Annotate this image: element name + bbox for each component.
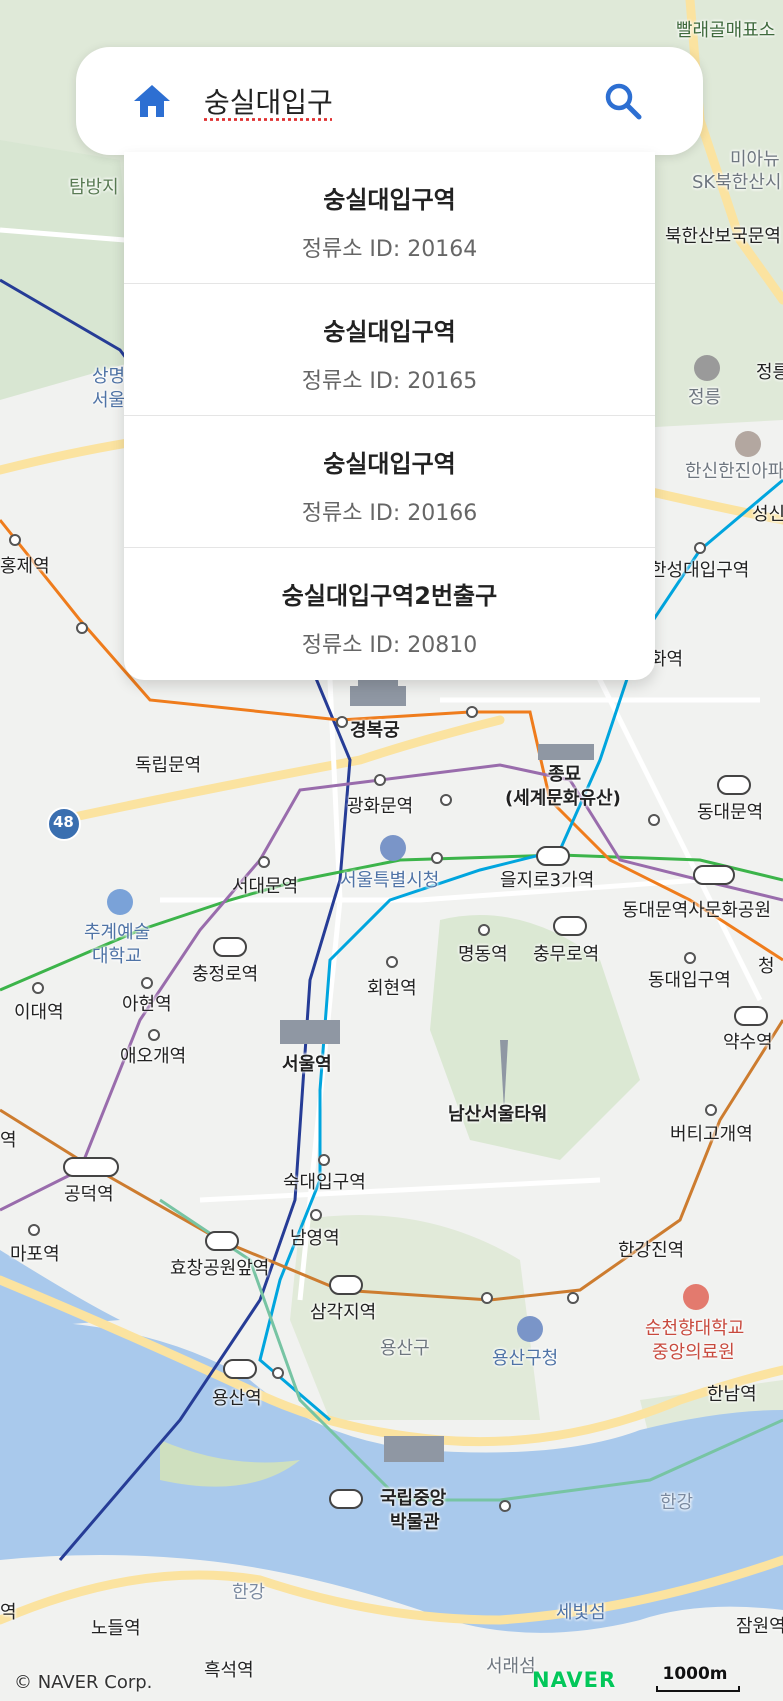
map-label: 정릉: [688, 387, 722, 408]
map-label: 청: [758, 956, 775, 977]
map-label: 서울특별시청: [340, 870, 440, 891]
search-result-item[interactable]: 숭실대입구역 정류소 ID: 20164: [124, 152, 655, 284]
map-label: 남산서울타워: [448, 1104, 548, 1125]
map-label: 한신한진아파: [685, 461, 783, 482]
home-icon[interactable]: [132, 83, 172, 119]
map-label: 한강진역: [618, 1240, 685, 1261]
map-label: 박물관: [390, 1512, 440, 1533]
map-label: 아현역: [122, 994, 172, 1015]
map-label: 대학교: [92, 946, 142, 967]
map-label: 빨래골매표소: [676, 20, 776, 41]
map-label: 애오개역: [120, 1046, 187, 1067]
map-label: 국립중앙: [380, 1488, 447, 1509]
result-stop-id: 정류소 ID: 20164: [301, 237, 478, 262]
result-title: 숭실대입구역: [323, 318, 456, 346]
map-credit[interactable]: © NAVER Corp.: [14, 1672, 152, 1693]
map-label: 흑석역: [204, 1660, 254, 1681]
map-label: 한강: [660, 1492, 694, 1513]
map-label: 동대입구역: [648, 970, 731, 991]
search-result-item[interactable]: 숭실대입구역2번출구 정류소 ID: 20810: [124, 548, 655, 680]
map-label: 중앙의료원: [652, 1342, 735, 1363]
map-label: 세빛섬: [556, 1602, 606, 1623]
map-label: 정릉: [756, 362, 783, 383]
map-label: 순천향대학교: [645, 1318, 745, 1339]
search-input[interactable]: [204, 73, 604, 129]
map-label: 효창공원앞역: [170, 1258, 270, 1279]
search-results-dropdown: 숭실대입구역 정류소 ID: 20164 숭실대입구역 정류소 ID: 2016…: [124, 152, 655, 680]
search-icon[interactable]: [601, 79, 645, 123]
map-label: 을지로3가역: [500, 870, 595, 891]
map-label: 탐방지: [69, 177, 119, 198]
result-title: 숭실대입구역: [323, 186, 456, 214]
map-label: 한강: [232, 1582, 266, 1603]
map-label: 회현역: [367, 978, 417, 999]
search-result-item[interactable]: 숭실대입구역 정류소 ID: 20165: [124, 284, 655, 416]
map-label: 추계예술: [84, 922, 151, 943]
map-label: 노들역: [91, 1618, 141, 1639]
map-label: 성신: [752, 504, 783, 525]
map-label: 용산역: [212, 1388, 262, 1409]
map-label: 서래섬: [486, 1656, 536, 1677]
map-label: 상명: [92, 366, 126, 387]
result-stop-id: 정류소 ID: 20166: [301, 501, 478, 526]
map-label: 광화문역: [347, 796, 414, 817]
map-label: 역: [0, 1130, 17, 1151]
map-label: 동대문역: [697, 802, 764, 823]
result-stop-id: 정류소 ID: 20165: [301, 369, 478, 394]
map-label: 이대역: [14, 1002, 64, 1023]
scale-bar: [656, 1686, 740, 1692]
map-label: 한성대입구역: [650, 560, 750, 581]
map-label: 버티고개역: [670, 1124, 753, 1145]
map-label: 북한산보국문역: [665, 226, 781, 247]
result-stop-id: 정류소 ID: 20810: [301, 633, 478, 658]
map-label: 서울역: [282, 1054, 332, 1075]
search-bar: [76, 47, 703, 155]
map-label: 남영역: [290, 1228, 340, 1249]
map-label: 역: [0, 1602, 17, 1623]
result-title: 숭실대입구역: [323, 450, 456, 478]
map-label: 경복궁: [350, 720, 400, 741]
map-label: 마포역: [10, 1244, 60, 1265]
map-label: 충무로역: [533, 944, 600, 965]
map-label: (세계문화유산): [505, 788, 621, 809]
map-label: 한남역: [707, 1384, 757, 1405]
map-label: 서울: [92, 390, 126, 411]
map-label: 서대문역: [232, 876, 299, 897]
map-scale: 1000m: [650, 1664, 760, 1692]
naver-logo: NAVER: [532, 1668, 617, 1692]
map-label: 홍제역: [0, 556, 50, 577]
map-label: 용산구청: [492, 1348, 559, 1369]
map-label: 숙대입구역: [283, 1172, 366, 1193]
map-label: 종묘: [548, 764, 582, 785]
map-label: 공덕역: [64, 1184, 114, 1205]
result-title: 숭실대입구역2번출구: [281, 582, 498, 610]
map-label: SK북한산시: [692, 172, 782, 193]
map-label: 용산구: [380, 1338, 430, 1359]
scale-label: 1000m: [662, 1664, 728, 1684]
map-label: 동대문역사문화공원: [622, 900, 772, 921]
map-label: 잠원역: [736, 1616, 783, 1637]
search-result-item[interactable]: 숭실대입구역 정류소 ID: 20166: [124, 416, 655, 548]
map-label: 충정로역: [192, 964, 259, 985]
map-label: 삼각지역: [310, 1302, 377, 1323]
route-48-label: 48: [53, 813, 74, 831]
map-label: 독립문역: [135, 755, 202, 776]
map-label: 약수역: [723, 1032, 773, 1053]
map-label: 명동역: [458, 944, 508, 965]
